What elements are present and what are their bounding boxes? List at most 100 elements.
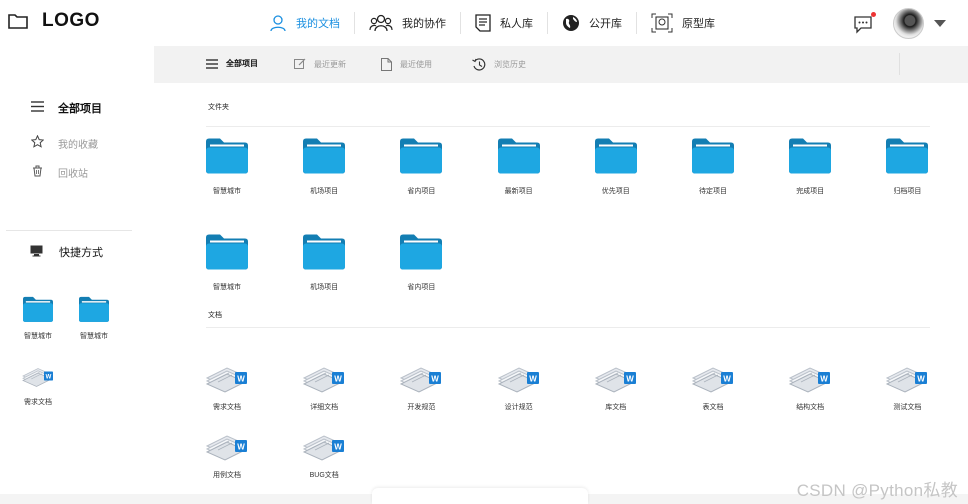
svg-text:W: W — [918, 375, 926, 384]
nav-label: 私人库 — [500, 18, 533, 30]
folder-item[interactable]: 最新项目 — [489, 137, 549, 196]
shortcut-folder[interactable]: 智慧城市 — [16, 296, 60, 341]
document-item[interactable]: W 用例文档 — [197, 430, 257, 480]
nav-prototype-library[interactable]: 原型库 — [637, 12, 729, 34]
toolbar: 全部项目 最近更新 最近使用 浏览历史 — [154, 46, 968, 83]
word-document-icon: W — [205, 435, 247, 461]
folder-item[interactable]: 智慧城市 — [197, 137, 257, 196]
document-label: BUG文档 — [309, 472, 339, 479]
trash-icon — [30, 165, 44, 180]
document-item[interactable]: W 详细文档 — [294, 362, 354, 412]
svg-text:W: W — [723, 375, 731, 384]
document-item[interactable]: W 库文档 — [586, 362, 646, 412]
nav-private-library[interactable]: 私人库 — [461, 12, 548, 34]
prototype-icon — [651, 13, 673, 33]
star-icon — [29, 134, 45, 151]
sidebar-item-all-projects[interactable]: 全部项目 — [30, 100, 102, 116]
sidebar: 全部项目 我的收藏 回收站 快捷方式 智慧城市 智慧城市 W 需求文档 — [0, 46, 154, 494]
nav-collaboration[interactable]: 我的协作 — [355, 12, 461, 34]
folder-item[interactable]: 省内项目 — [391, 233, 451, 292]
section-divider — [206, 126, 930, 127]
nav-label: 原型库 — [682, 18, 715, 30]
document-label: 用例文档 — [213, 472, 241, 479]
sidebar-item-label: 我的收藏 — [58, 139, 98, 151]
folder-label: 待定项目 — [699, 188, 727, 195]
globe-icon — [563, 15, 579, 31]
shortcut-label: 需求文档 — [24, 399, 52, 406]
folder-item[interactable]: 机场项目 — [294, 137, 354, 196]
tab-label: 最近更新 — [314, 59, 346, 69]
nav-my-docs[interactable]: 我的文档 — [255, 12, 355, 34]
nav-label: 公开库 — [589, 18, 622, 30]
svg-text:W: W — [820, 375, 828, 384]
documents-section-title: 文档 — [208, 312, 222, 319]
folder-item[interactable]: 智慧城市 — [197, 233, 257, 292]
tab-recent-updates[interactable]: 最近更新 — [294, 58, 346, 70]
folder-icon — [886, 138, 929, 174]
folder-label: 完成项目 — [796, 188, 825, 195]
folder-item[interactable]: 归档项目 — [877, 137, 937, 196]
tab-browse-history[interactable]: 浏览历史 — [472, 58, 526, 71]
folder-label: 机场项目 — [310, 284, 339, 291]
chevron-down-icon[interactable] — [934, 20, 946, 27]
shortcuts-heading: 快捷方式 — [30, 244, 103, 260]
folder-label: 省内项目 — [407, 188, 436, 195]
monitor-icon — [30, 245, 43, 260]
sidebar-item-favorites[interactable]: 我的收藏 — [29, 134, 98, 151]
watermark: CSDN @Python私教 — [796, 481, 958, 500]
document-label: 测试文档 — [893, 404, 922, 411]
avatar[interactable] — [893, 8, 924, 39]
main-nav: 我的文档 我的协作 私人库 公开库 原型库 — [255, 0, 729, 46]
svg-text:W: W — [334, 443, 342, 452]
nav-public-library[interactable]: 公开库 — [548, 12, 637, 34]
shortcut-label: 智慧城市 — [24, 333, 52, 340]
shortcuts-title: 快捷方式 — [59, 247, 103, 259]
folder-item[interactable]: 机场项目 — [294, 233, 354, 292]
document-item[interactable]: W 开发规范 — [391, 362, 451, 412]
sidebar-item-recycle-bin[interactable]: 回收站 — [30, 165, 88, 180]
bottom-panel-tab[interactable] — [372, 488, 588, 504]
word-document-icon: W — [789, 367, 831, 393]
folder-icon — [400, 234, 443, 270]
folder-item[interactable]: 省内项目 — [391, 137, 451, 196]
notification-dot — [871, 11, 876, 17]
folder-item[interactable]: 完成项目 — [780, 137, 840, 196]
document-item[interactable]: W 结构文档 — [780, 362, 840, 412]
word-document-icon: W — [886, 367, 928, 393]
svg-text:W: W — [46, 375, 52, 381]
edit-icon — [294, 58, 306, 69]
document-item[interactable]: W 设计规范 — [489, 362, 549, 412]
document-item[interactable]: W BUG文档 — [294, 430, 354, 480]
user-icon — [270, 15, 286, 32]
svg-text:W: W — [529, 375, 537, 384]
shortcut-document[interactable]: W 需求文档 — [16, 364, 60, 407]
shortcut-folder[interactable]: 智慧城市 — [72, 296, 116, 341]
word-document-icon: W — [205, 367, 247, 393]
folder-icon — [303, 234, 346, 270]
svg-text:W: W — [432, 375, 440, 384]
folder-item[interactable]: 待定项目 — [683, 137, 743, 196]
word-document-icon: W — [691, 367, 733, 393]
logo-text: LOGO — [42, 10, 100, 31]
messages-button[interactable] — [853, 11, 876, 34]
svg-text:W: W — [626, 375, 634, 384]
shortcut-label: 智慧城市 — [80, 333, 108, 340]
document-item[interactable]: W 需求文档 — [197, 362, 257, 412]
folder-label: 机场项目 — [310, 188, 339, 195]
folder-label: 省内项目 — [407, 284, 436, 291]
document-item[interactable]: W 表文档 — [683, 362, 743, 412]
document-label: 设计规范 — [504, 404, 533, 411]
tab-all-projects[interactable]: 全部项目 — [206, 58, 258, 69]
folder-label: 智慧城市 — [213, 284, 241, 291]
tab-recently-used[interactable]: 最近使用 — [381, 58, 432, 71]
logo[interactable]: LOGO — [8, 10, 100, 32]
document-label: 详细文档 — [310, 404, 339, 411]
folder-icon — [79, 296, 109, 322]
folder-item[interactable]: 优先项目 — [586, 137, 646, 196]
folder-icon — [692, 138, 734, 174]
tab-label: 最近使用 — [400, 60, 432, 69]
word-document-icon: W — [303, 435, 345, 461]
history-icon — [472, 58, 486, 71]
document-item[interactable]: W 测试文档 — [877, 362, 937, 412]
folder-icon — [303, 138, 346, 174]
